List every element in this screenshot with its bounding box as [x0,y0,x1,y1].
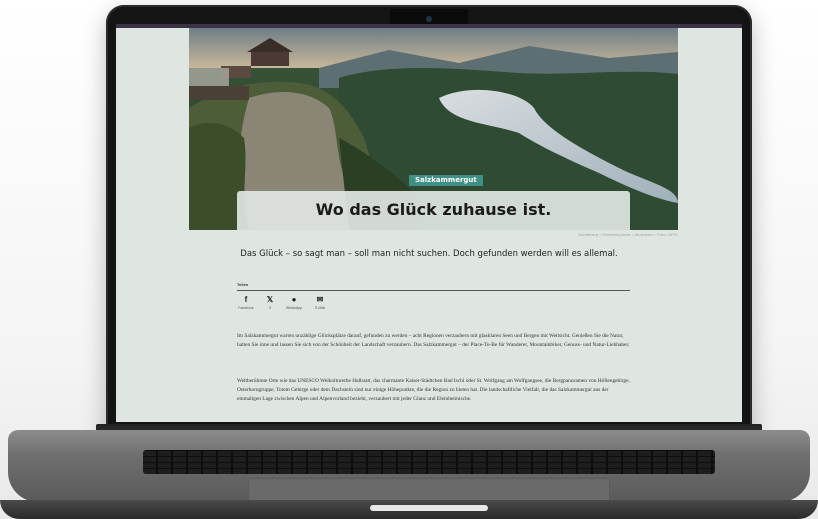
body-paragraph: Im Salzkammergut warten unzählige Glücks… [237,333,630,348]
camera-icon [426,16,432,22]
facebook-icon: f [244,295,248,304]
whatsapp-icon: ● [291,295,297,304]
laptop-screen: Salzkammergut Wo das Glück zuhause ist. … [116,24,742,422]
photo-credit: Schafberg • Himmelspforte • Mondsee • Fo… [578,232,678,237]
share-x-label: X [268,306,272,310]
x-icon: 𝕏 [266,295,274,304]
share-email-button[interactable]: ✉ E-Mail [308,295,332,310]
share-label: Teilen [237,282,249,287]
category-tag[interactable]: Salzkammergut [409,175,483,186]
share-facebook-label: Facebook [238,306,254,310]
hero-image: Salzkammergut Wo das Glück zuhause ist. [189,28,678,230]
share-whatsapp-button[interactable]: ● WhatsApp [282,295,306,310]
keyboard [143,450,715,474]
lid-open-notch [370,505,488,511]
share-whatsapp-label: WhatsApp [285,306,303,310]
title-box: Wo das Glück zuhause ist. [237,191,630,230]
share-facebook-button[interactable]: f Facebook [234,295,258,310]
share-divider [237,290,630,291]
share-x-button[interactable]: 𝕏 X [258,295,282,310]
email-icon: ✉ [316,295,324,304]
article-subtitle: Das Glück – so sagt man – soll man nicht… [240,249,618,259]
page-title: Wo das Glück zuhause ist. [315,200,552,219]
share-email-label: E-Mail [315,306,325,310]
body-paragraph: Weltberühmte Orte wie das UNESCO Welkult… [237,378,630,402]
